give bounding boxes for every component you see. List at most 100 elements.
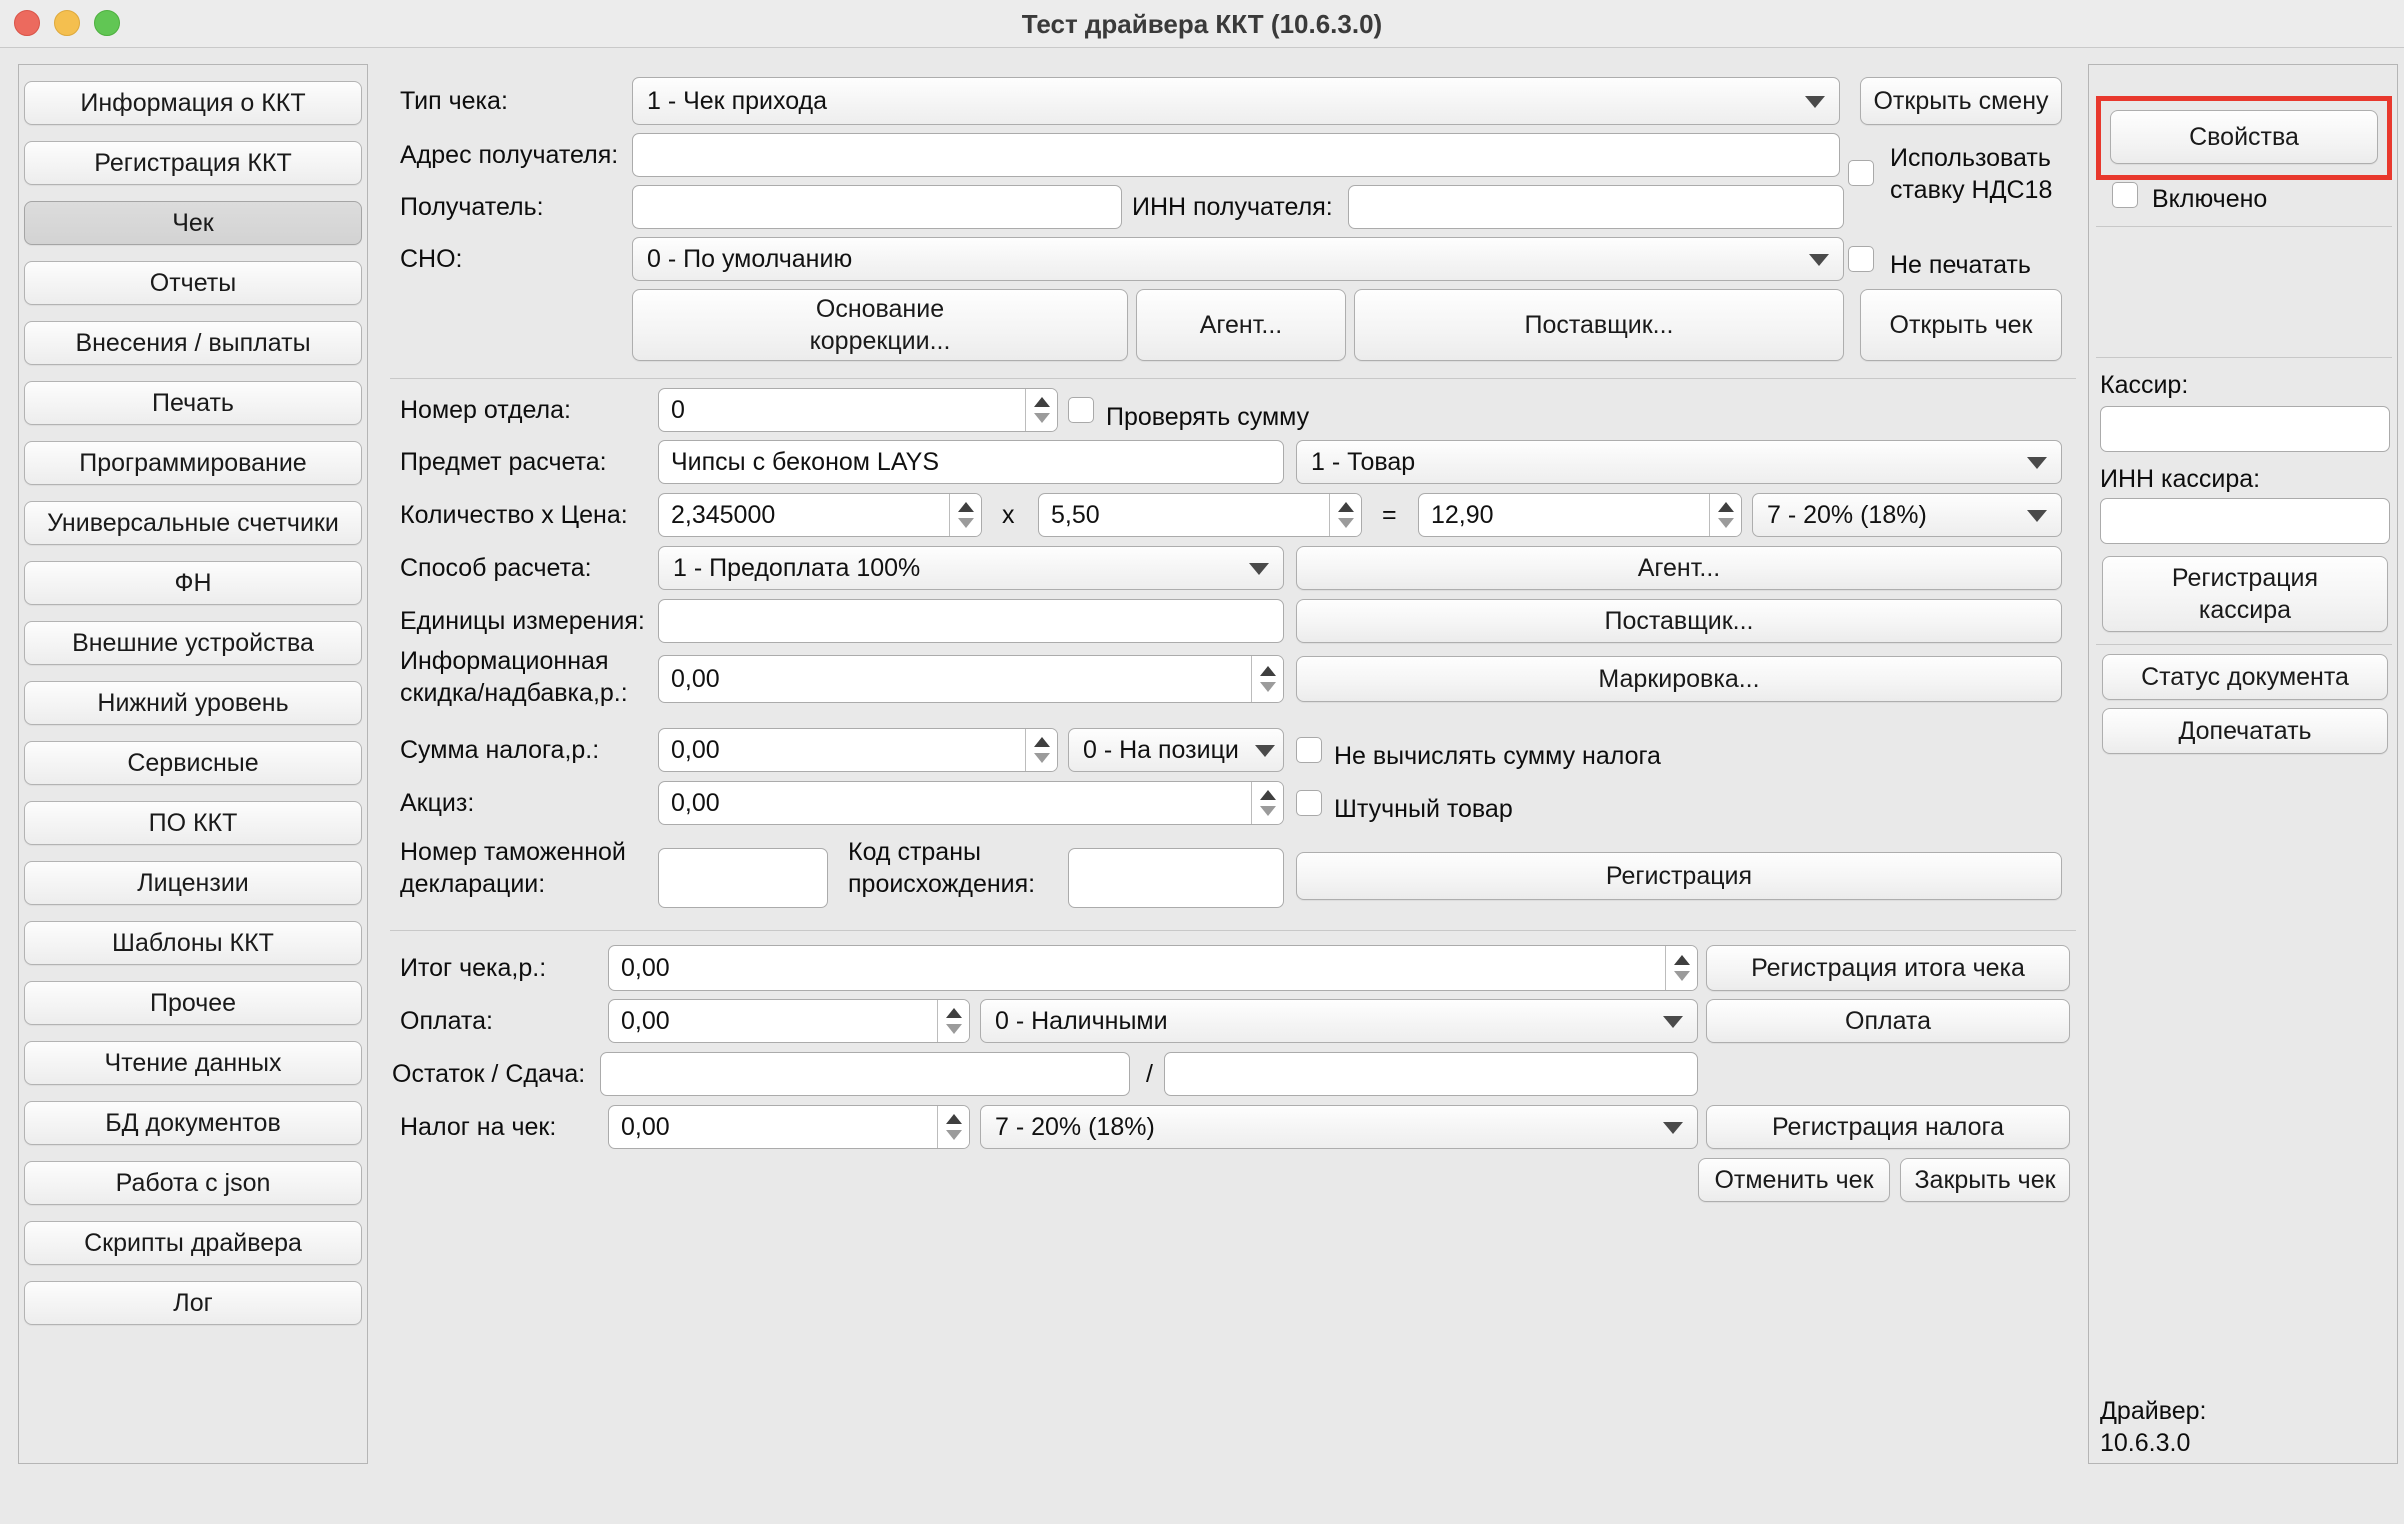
sidebar-item-регистрация-ккт[interactable]: Регистрация ККТ [24,141,362,185]
spinner-buttons[interactable] [1665,946,1697,990]
titlebar: Тест драйвера ККТ (10.6.3.0) [0,0,2404,48]
sidebar-item-бд-документов[interactable]: БД документов [24,1101,362,1145]
supplier-button-top[interactable]: Поставщик... [1354,289,1844,361]
sidebar-item-лог[interactable]: Лог [24,1281,362,1325]
spinner-buttons[interactable] [1025,729,1057,771]
payment-button[interactable]: Оплата [1706,999,2070,1043]
sidebar-item-внесения-выплаты[interactable]: Внесения / выплаты [24,321,362,365]
quantity-value: 2,345000 [659,494,949,536]
change-right-input[interactable] [1164,1052,1698,1096]
spinner-buttons[interactable] [1251,656,1283,702]
open-receipt-button[interactable]: Открыть чек [1860,289,2062,361]
recipient-input[interactable] [632,185,1122,229]
recipient-inn-input[interactable] [1348,185,1844,229]
item-type-select[interactable]: 1 - Товар [1296,440,2062,484]
tax-registration-button[interactable]: Регистрация налога [1706,1105,2070,1149]
properties-button[interactable]: Свойства [2110,110,2378,164]
sidebar-item-лицензии[interactable]: Лицензии [24,861,362,905]
recipient-label: Получатель: [400,192,544,222]
price-value: 5,50 [1039,494,1329,536]
supplier-button-item[interactable]: Поставщик... [1296,599,2062,643]
agent-button-item[interactable]: Агент... [1296,546,2062,590]
sidebar-item-прочее[interactable]: Прочее [24,981,362,1025]
spinner-buttons[interactable] [937,1106,969,1148]
close-receipt-button[interactable]: Закрыть чек [1900,1158,2070,1202]
sidebar-item-отчеты[interactable]: Отчеты [24,261,362,305]
sidebar-item-работа-с-json[interactable]: Работа с json [24,1161,362,1205]
sidebar-item-печать[interactable]: Печать [24,381,362,425]
cashier-registration-button[interactable]: Регистрация кассира [2102,556,2388,632]
sidebar-item-информация-о-ккт[interactable]: Информация о ККТ [24,81,362,125]
quantity-spinner[interactable]: 2,345000 [658,493,982,537]
item-type-value: 1 - Товар [1311,448,1415,477]
sidebar-item-чтение-данных[interactable]: Чтение данных [24,1041,362,1085]
info-discount-spinner[interactable]: 0,00 [658,655,1284,703]
no-print-checkbox[interactable] [1848,246,1874,272]
total-registration-button[interactable]: Регистрация итога чека [1706,945,2070,991]
verify-sum-checkbox[interactable] [1068,397,1094,423]
sidebar-item-фн[interactable]: ФН [24,561,362,605]
no-tax-calc-checkbox[interactable] [1296,737,1322,763]
recipient-address-label: Адрес получателя: [400,140,618,170]
sidebar-item-чек[interactable]: Чек [24,201,362,245]
receipt-tax-spinner[interactable]: 0,00 [608,1105,970,1149]
sidebar-item-шаблоны-ккт[interactable]: Шаблоны ККТ [24,921,362,965]
customs-declaration-input[interactable] [658,848,828,908]
open-shift-button[interactable]: Открыть смену [1860,77,2062,125]
receipt-tax-type-select[interactable]: 7 - 20% (18%) [980,1105,1698,1149]
cashier-input[interactable] [2100,406,2390,452]
department-value: 0 [659,389,1025,431]
recipient-address-input[interactable] [632,133,1840,177]
receipt-tax-label: Налог на чек: [400,1112,556,1142]
price-spinner[interactable]: 5,50 [1038,493,1362,537]
sidebar-item-сервисные[interactable]: Сервисные [24,741,362,785]
correction-basis-button[interactable]: Основание коррекции... [632,289,1128,361]
spinner-buttons[interactable] [1025,389,1057,431]
registration-button[interactable]: Регистрация [1296,852,2062,900]
spinner-buttons[interactable] [1251,782,1283,824]
tax-mode-select[interactable]: 0 - На позици [1068,728,1284,772]
enabled-checkbox[interactable] [2112,182,2138,208]
receipt-type-select[interactable]: 1 - Чек прихода [632,77,1840,125]
sidebar-item-нижний-уровень[interactable]: Нижний уровень [24,681,362,725]
excise-spinner[interactable]: 0,00 [658,781,1284,825]
spinner-buttons[interactable] [949,494,981,536]
spinner-buttons[interactable] [1709,494,1741,536]
payment-spinner[interactable]: 0,00 [608,999,970,1043]
spinner-buttons[interactable] [1329,494,1361,536]
cancel-receipt-button[interactable]: Отменить чек [1698,1158,1890,1202]
use-vat18-checkbox[interactable] [1848,160,1874,186]
payment-method-select[interactable]: 1 - Предоплата 100% [658,546,1284,590]
marking-button[interactable]: Маркировка... [1296,656,2062,702]
sidebar-item-внешние-устройства[interactable]: Внешние устройства [24,621,362,665]
reprint-button[interactable]: Допечатать [2102,708,2388,754]
country-code-input[interactable] [1068,848,1284,908]
document-status-button[interactable]: Статус документа [2102,654,2388,700]
driver-label: Драйвер: [2100,1396,2206,1426]
payment-method-value: 1 - Предоплата 100% [673,554,920,583]
sidebar-item-по-ккт[interactable]: ПО ККТ [24,801,362,845]
chevron-down-icon [1809,254,1829,266]
piece-goods-checkbox[interactable] [1296,790,1322,816]
item-input[interactable] [658,440,1284,484]
sidebar-item-скрипты-драйвера[interactable]: Скрипты драйвера [24,1221,362,1265]
item-vat-select[interactable]: 7 - 20% (18%) [1752,493,2062,537]
cashier-inn-input[interactable] [2100,498,2390,544]
tax-sum-spinner[interactable]: 0,00 [658,728,1058,772]
sidebar-item-программирование[interactable]: Программирование [24,441,362,485]
department-spinner[interactable]: 0 [658,388,1058,432]
receipt-total-spinner[interactable]: 0,00 [608,945,1698,991]
agent-button-top[interactable]: Агент... [1136,289,1346,361]
sum-spinner[interactable]: 12,90 [1418,493,1742,537]
sidebar-item-универсальные-счетчики[interactable]: Универсальные счетчики [24,501,362,545]
change-left-input[interactable] [600,1052,1130,1096]
sno-select[interactable]: 0 - По умолчанию [632,237,1844,281]
item-label: Предмет расчета: [400,447,607,477]
no-print-label: Не печатать [1890,250,2031,280]
payment-type-select[interactable]: 0 - Наличными [980,999,1698,1043]
change-label: Остаток / Сдача: [392,1059,585,1089]
receipt-total-label: Итог чека,р.: [400,953,546,983]
receipt-type-value: 1 - Чек прихода [647,87,827,116]
units-input[interactable] [658,599,1284,643]
spinner-buttons[interactable] [937,1000,969,1042]
